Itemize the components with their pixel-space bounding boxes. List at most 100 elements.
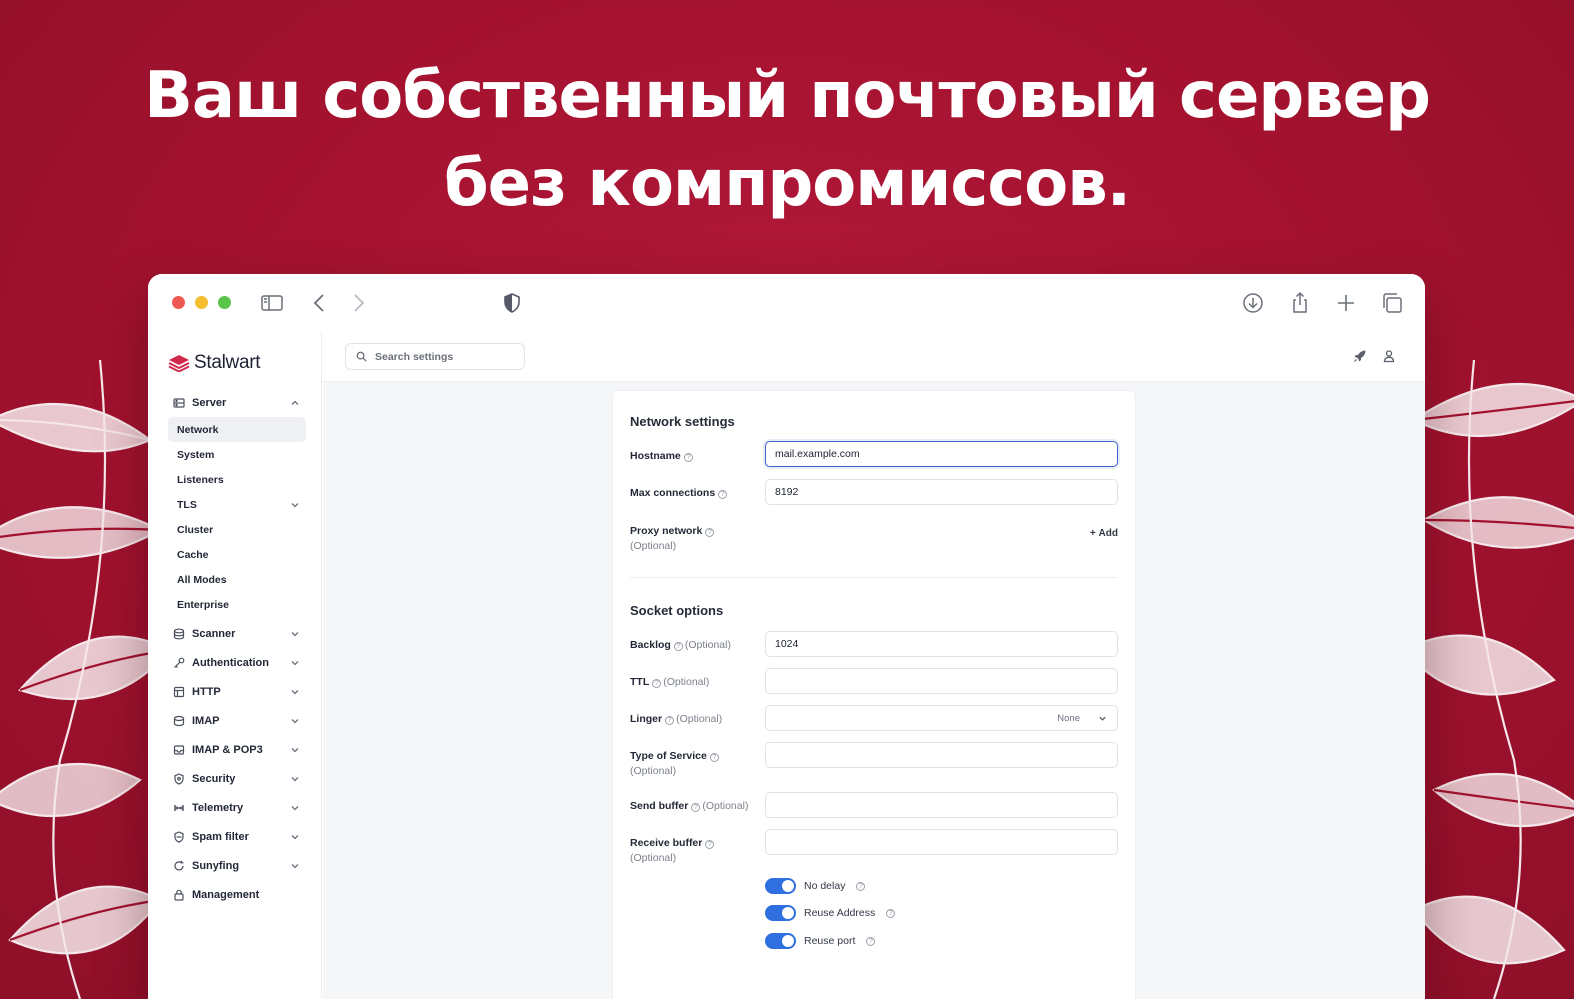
- help-icon[interactable]: ?: [709, 753, 719, 762]
- back-icon[interactable]: [308, 291, 332, 315]
- sidebar-group-imap-pop3[interactable]: IMAP & POP3: [168, 735, 306, 764]
- sidebar-item-listeners[interactable]: Listeners: [168, 467, 306, 492]
- reuse-address-row: Reuse Address?: [765, 905, 897, 921]
- sidebar-group-authentication[interactable]: Authentication: [168, 648, 306, 677]
- reuse-port-row: Reuse port?: [765, 933, 877, 949]
- http-icon: [171, 684, 187, 700]
- help-icon[interactable]: ?: [652, 679, 662, 688]
- share-icon[interactable]: [1288, 291, 1312, 315]
- sidebar-item-all-modes[interactable]: All Modes: [168, 567, 306, 592]
- user-icon[interactable]: [1382, 349, 1396, 363]
- no-delay-label: No delay: [804, 880, 846, 892]
- minimize-window-button[interactable]: [195, 296, 208, 309]
- help-icon[interactable]: ?: [866, 936, 876, 946]
- sidebar-group-management[interactable]: Management: [168, 880, 306, 909]
- sidebar-group-server[interactable]: Server: [168, 388, 306, 417]
- sidebar-group-imap[interactable]: IMAP: [168, 706, 306, 735]
- sidebar-group-label: Scanner: [192, 627, 236, 640]
- no-delay-toggle[interactable]: [765, 878, 796, 894]
- add-proxy-network-button[interactable]: + Add: [1090, 528, 1118, 539]
- help-icon[interactable]: ?: [665, 716, 675, 725]
- reuse-port-label: Reuse port: [804, 935, 856, 947]
- help-icon[interactable]: ?: [705, 528, 715, 537]
- sidebar-group-label: Sunyfing: [192, 859, 240, 872]
- ttl-label: TTL? (Optional): [630, 675, 709, 690]
- sidebar-item-network[interactable]: Network: [168, 417, 306, 442]
- backlog-field[interactable]: 1024: [765, 631, 1118, 657]
- no-delay-row: No delay?: [765, 878, 867, 894]
- browser-titlebar: [148, 274, 1425, 332]
- sidebar-group-security[interactable]: Security: [168, 764, 306, 793]
- chevron-down-icon: [291, 689, 299, 694]
- security-icon: [171, 771, 187, 787]
- sidebar-group-http[interactable]: HTTP: [168, 677, 306, 706]
- type-of-service-field[interactable]: [765, 742, 1118, 768]
- help-icon[interactable]: ?: [856, 881, 866, 891]
- tabs-icon[interactable]: [1380, 291, 1404, 315]
- ttl-field[interactable]: [765, 668, 1118, 694]
- optional-tag: (Optional): [630, 765, 677, 777]
- browser-window: Stalwart Server Network System Listeners…: [148, 274, 1425, 999]
- hostname-label-text: Hostname: [630, 450, 681, 462]
- chevron-down-icon: [291, 805, 299, 810]
- spam-filter-icon: [171, 829, 187, 845]
- sidebar-item-label: System: [177, 448, 215, 461]
- sidebar-group-scanner[interactable]: Scanner: [168, 619, 306, 648]
- max-connections-field[interactable]: 8192: [765, 479, 1118, 505]
- chevron-down-icon: [291, 747, 299, 752]
- sidebar-group-sunyfing[interactable]: Sunyfing: [168, 851, 306, 880]
- sidebar-item-tls[interactable]: TLS: [168, 492, 306, 517]
- download-icon[interactable]: [1241, 291, 1265, 315]
- reuse-port-toggle[interactable]: [765, 933, 796, 949]
- search-box[interactable]: [345, 343, 525, 370]
- forward-icon[interactable]: [346, 291, 370, 315]
- optional-tag: (Optional): [684, 639, 731, 651]
- help-icon[interactable]: ?: [673, 642, 683, 651]
- sidebar-group-label: Spam filter: [192, 830, 249, 843]
- chevron-down-icon: [291, 502, 299, 507]
- linger-label: Linger? (Optional): [630, 712, 722, 727]
- hostname-field[interactable]: mail.example.com: [765, 441, 1118, 467]
- help-icon[interactable]: ?: [886, 908, 896, 918]
- help-icon[interactable]: ?: [718, 490, 728, 499]
- sidebar-item-label: Cache: [177, 548, 209, 561]
- chevron-down-icon: [291, 718, 299, 723]
- rocket-icon[interactable]: [1353, 349, 1367, 363]
- hero-line-2: без компромиссов.: [443, 147, 1131, 221]
- imap-icon: [171, 713, 187, 729]
- search-input[interactable]: [375, 350, 515, 363]
- chevron-down-icon: [291, 660, 299, 665]
- sidebar-group-spam-filter[interactable]: Spam filter: [168, 822, 306, 851]
- max-connections-label: Max connections?: [630, 486, 729, 501]
- sync-icon: [171, 858, 187, 874]
- sidebar-toggle-icon[interactable]: [260, 291, 284, 315]
- shield-icon[interactable]: [500, 291, 524, 315]
- sidebar-item-label: All Modes: [177, 573, 227, 586]
- sidebar-group-label: Security: [192, 772, 236, 785]
- reuse-address-toggle[interactable]: [765, 905, 796, 921]
- close-window-button[interactable]: [172, 296, 185, 309]
- brand-logo[interactable]: Stalwart: [168, 352, 261, 374]
- zoom-window-button[interactable]: [218, 296, 231, 309]
- sidebar-item-cluster[interactable]: Cluster: [168, 517, 306, 542]
- sidebar-item-cache[interactable]: Cache: [168, 542, 306, 567]
- sidebar-group-label: Telemetry: [192, 801, 244, 814]
- help-icon[interactable]: ?: [691, 803, 701, 812]
- send-buffer-field[interactable]: [765, 792, 1118, 818]
- plus-icon[interactable]: [1334, 291, 1358, 315]
- chevron-down-icon: [291, 834, 299, 839]
- help-icon[interactable]: ?: [683, 453, 693, 462]
- brand-name: Stalwart: [194, 352, 261, 373]
- add-button-label: Add: [1098, 528, 1118, 539]
- linger-select[interactable]: None: [765, 705, 1118, 731]
- chevron-down-icon: [291, 776, 299, 781]
- help-icon[interactable]: ?: [705, 840, 715, 849]
- sidebar-item-system[interactable]: System: [168, 442, 306, 467]
- sidebar-group-label: Authentication: [192, 656, 269, 669]
- receive-buffer-field[interactable]: [765, 829, 1118, 855]
- sidebar-item-label: Cluster: [177, 523, 214, 536]
- sidebar-item-enterprise[interactable]: Enterprise: [168, 592, 306, 617]
- send-buffer-label: Send buffer? (Optional): [630, 799, 748, 814]
- chevron-down-icon: [291, 863, 299, 868]
- sidebar-group-telemetry[interactable]: Telemetry: [168, 793, 306, 822]
